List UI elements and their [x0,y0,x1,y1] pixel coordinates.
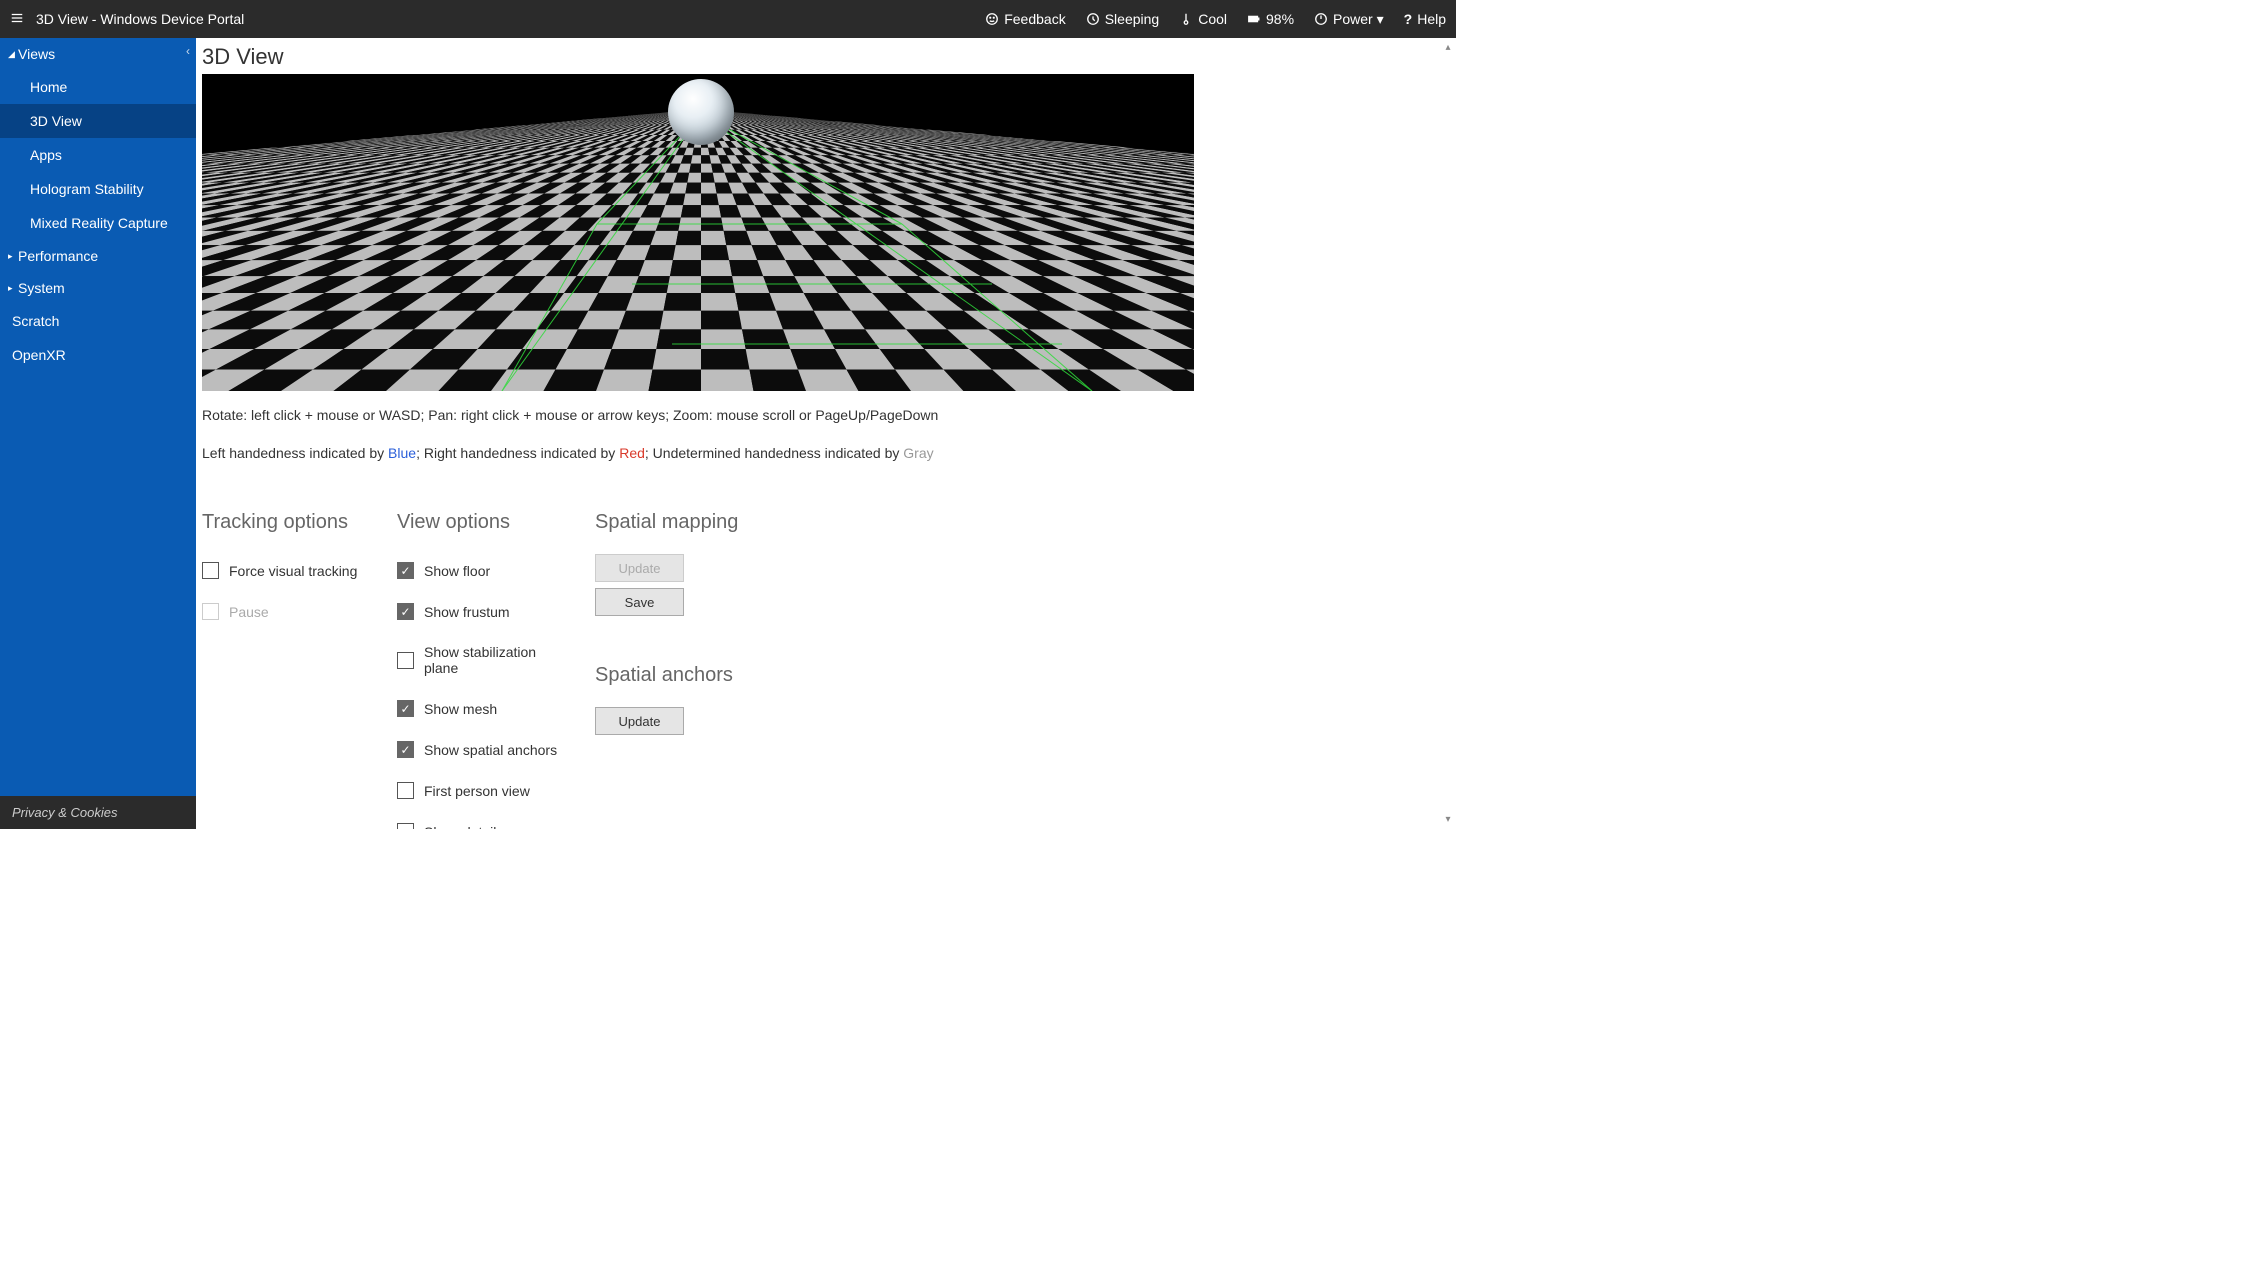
sidebar-collapse-icon[interactable]: ‹ [186,44,190,58]
nav-item-mixed-reality-capture[interactable]: Mixed Reality Capture [0,206,196,240]
show-spatial-anchors-checkbox[interactable]: Show spatial anchors [397,741,565,758]
view-options-title: View options [397,511,565,534]
nav-section-views[interactable]: ◢ Views [0,38,196,70]
sidebar: ‹ ◢ Views Home 3D View Apps Hologram Sta… [0,38,196,829]
checkbox-icon [397,652,414,669]
spatial-anchors-title: Spatial anchors [595,664,765,687]
force-visual-tracking-checkbox[interactable]: Force visual tracking [202,562,367,579]
privacy-cookies-link[interactable]: Privacy & Cookies [0,796,196,829]
caret-right-icon: ▸ [8,251,16,262]
scroll-down-icon: ▾ [1445,814,1450,825]
blue-label: Blue [388,445,416,461]
handedness-legend: Left handedness indicated by Blue; Right… [202,445,1450,461]
help-button[interactable]: ? Help [1404,11,1446,27]
feedback-button[interactable]: Feedback [985,11,1065,27]
checkbox-checked-icon [397,562,414,579]
spatial-mapping-update-button: Update [595,554,684,582]
power-menu[interactable]: Power ▾ [1314,11,1384,28]
sleeping-status[interactable]: Sleeping [1086,11,1160,27]
caret-right-icon: ▸ [8,283,16,294]
show-floor-checkbox[interactable]: Show floor [397,562,565,579]
gray-label: Gray [903,445,933,461]
history-icon [1086,12,1100,26]
scrollbar[interactable]: ▴ ▾ [1440,38,1456,829]
checkbox-icon [397,823,414,829]
battery-status[interactable]: 98% [1247,11,1294,27]
view-options-column: View options Show floor Show frustum Sho… [397,511,565,829]
scroll-up-icon: ▴ [1445,42,1450,53]
spatial-mapping-title: Spatial mapping [595,511,765,534]
question-icon: ? [1404,11,1413,27]
3d-viewport[interactable] [202,74,1194,391]
nav-section-system[interactable]: ▸ System [0,272,196,304]
top-bar: 3D View - Windows Device Portal Feedback… [0,0,1456,38]
battery-icon [1247,12,1261,26]
show-mesh-checkbox[interactable]: Show mesh [397,700,565,717]
red-label: Red [619,445,645,461]
nav-item-apps[interactable]: Apps [0,138,196,172]
origin-sphere [668,79,734,145]
temperature-status[interactable]: Cool [1179,11,1227,27]
nav-item-hologram-stability[interactable]: Hologram Stability [0,172,196,206]
checkbox-checked-icon [397,741,414,758]
show-stabilization-checkbox[interactable]: Show stabilization plane [397,644,565,676]
instructions-text: Rotate: left click + mouse or WASD; Pan:… [202,407,1450,423]
checkbox-checked-icon [397,603,414,620]
checkbox-icon [202,562,219,579]
show-details-checkbox[interactable]: Show details [397,823,565,829]
spatial-anchors-update-button[interactable]: Update [595,707,684,735]
page-title: 3D View [202,44,1450,70]
nav-item-openxr[interactable]: OpenXR [0,338,196,372]
smiley-icon [985,12,999,26]
tracking-options-title: Tracking options [202,511,367,534]
main-content: 3D View Rotate: left click + mouse or WA… [196,38,1456,829]
spatial-column: Spatial mapping Update Save Spatial anch… [595,511,765,829]
show-frustum-checkbox[interactable]: Show frustum [397,603,565,620]
nav-item-home[interactable]: Home [0,70,196,104]
app-title: 3D View - Windows Device Portal [36,11,244,27]
thermometer-icon [1179,12,1193,26]
nav-item-3d-view[interactable]: 3D View [0,104,196,138]
spatial-mapping-save-button[interactable]: Save [595,588,684,616]
first-person-view-checkbox[interactable]: First person view [397,782,565,799]
checkbox-icon [202,603,219,620]
power-icon [1314,12,1328,26]
hamburger-icon[interactable] [10,11,24,28]
pause-checkbox[interactable]: Pause [202,603,367,620]
checkbox-icon [397,782,414,799]
caret-down-icon: ◢ [8,49,16,60]
nav-item-scratch[interactable]: Scratch [0,304,196,338]
tracking-options-column: Tracking options Force visual tracking P… [202,511,367,829]
nav-section-performance[interactable]: ▸ Performance [0,240,196,272]
checkbox-checked-icon [397,700,414,717]
